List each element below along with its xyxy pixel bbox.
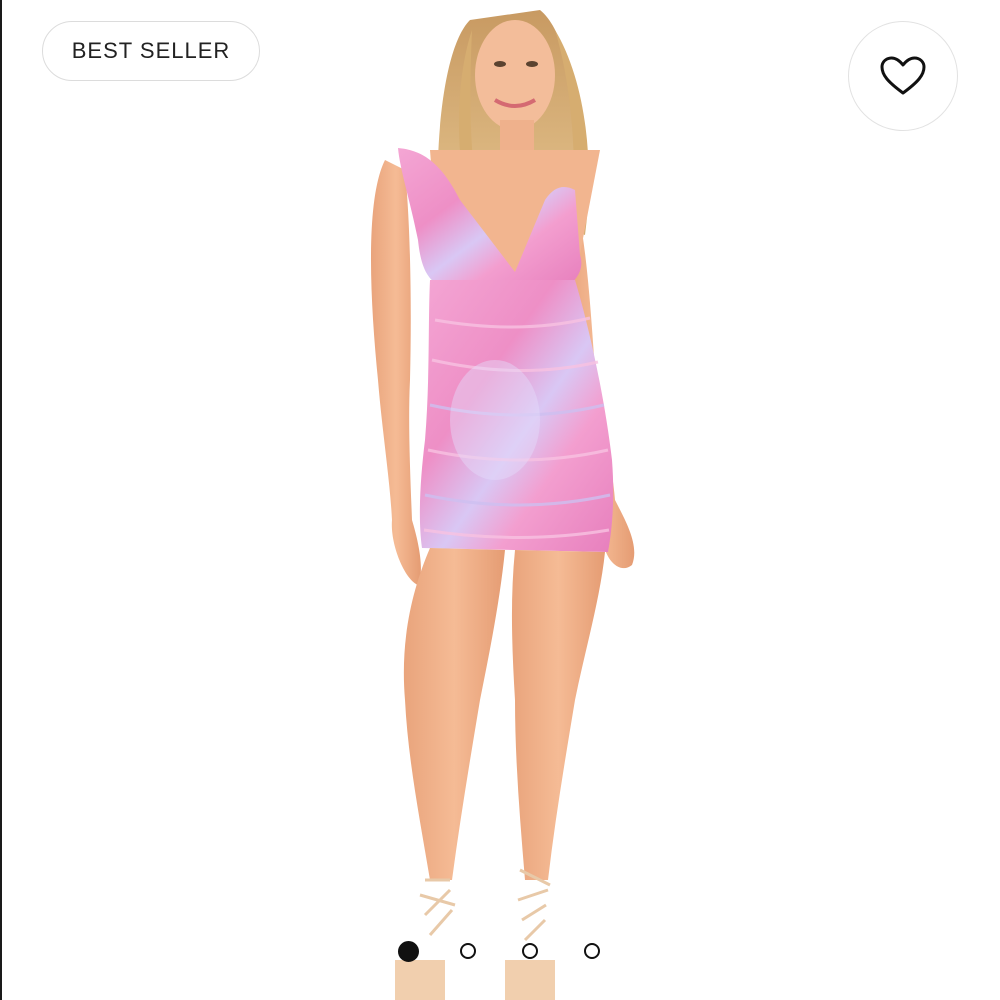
carousel-dot-1[interactable] <box>398 941 419 962</box>
carousel-dot-4[interactable] <box>584 943 600 959</box>
best-seller-label: BEST SELLER <box>71 38 231 63</box>
product-photo[interactable] <box>0 0 1000 1000</box>
carousel-pagination <box>396 941 606 965</box>
carousel-dot-2[interactable] <box>460 943 476 959</box>
heart-outline-icon <box>880 56 926 95</box>
product-image-viewer: BEST SELLER <box>0 0 1000 1000</box>
best-seller-badge: BEST SELLER <box>42 21 260 81</box>
carousel-dot-3[interactable] <box>522 943 538 959</box>
favorite-button[interactable] <box>848 21 958 131</box>
